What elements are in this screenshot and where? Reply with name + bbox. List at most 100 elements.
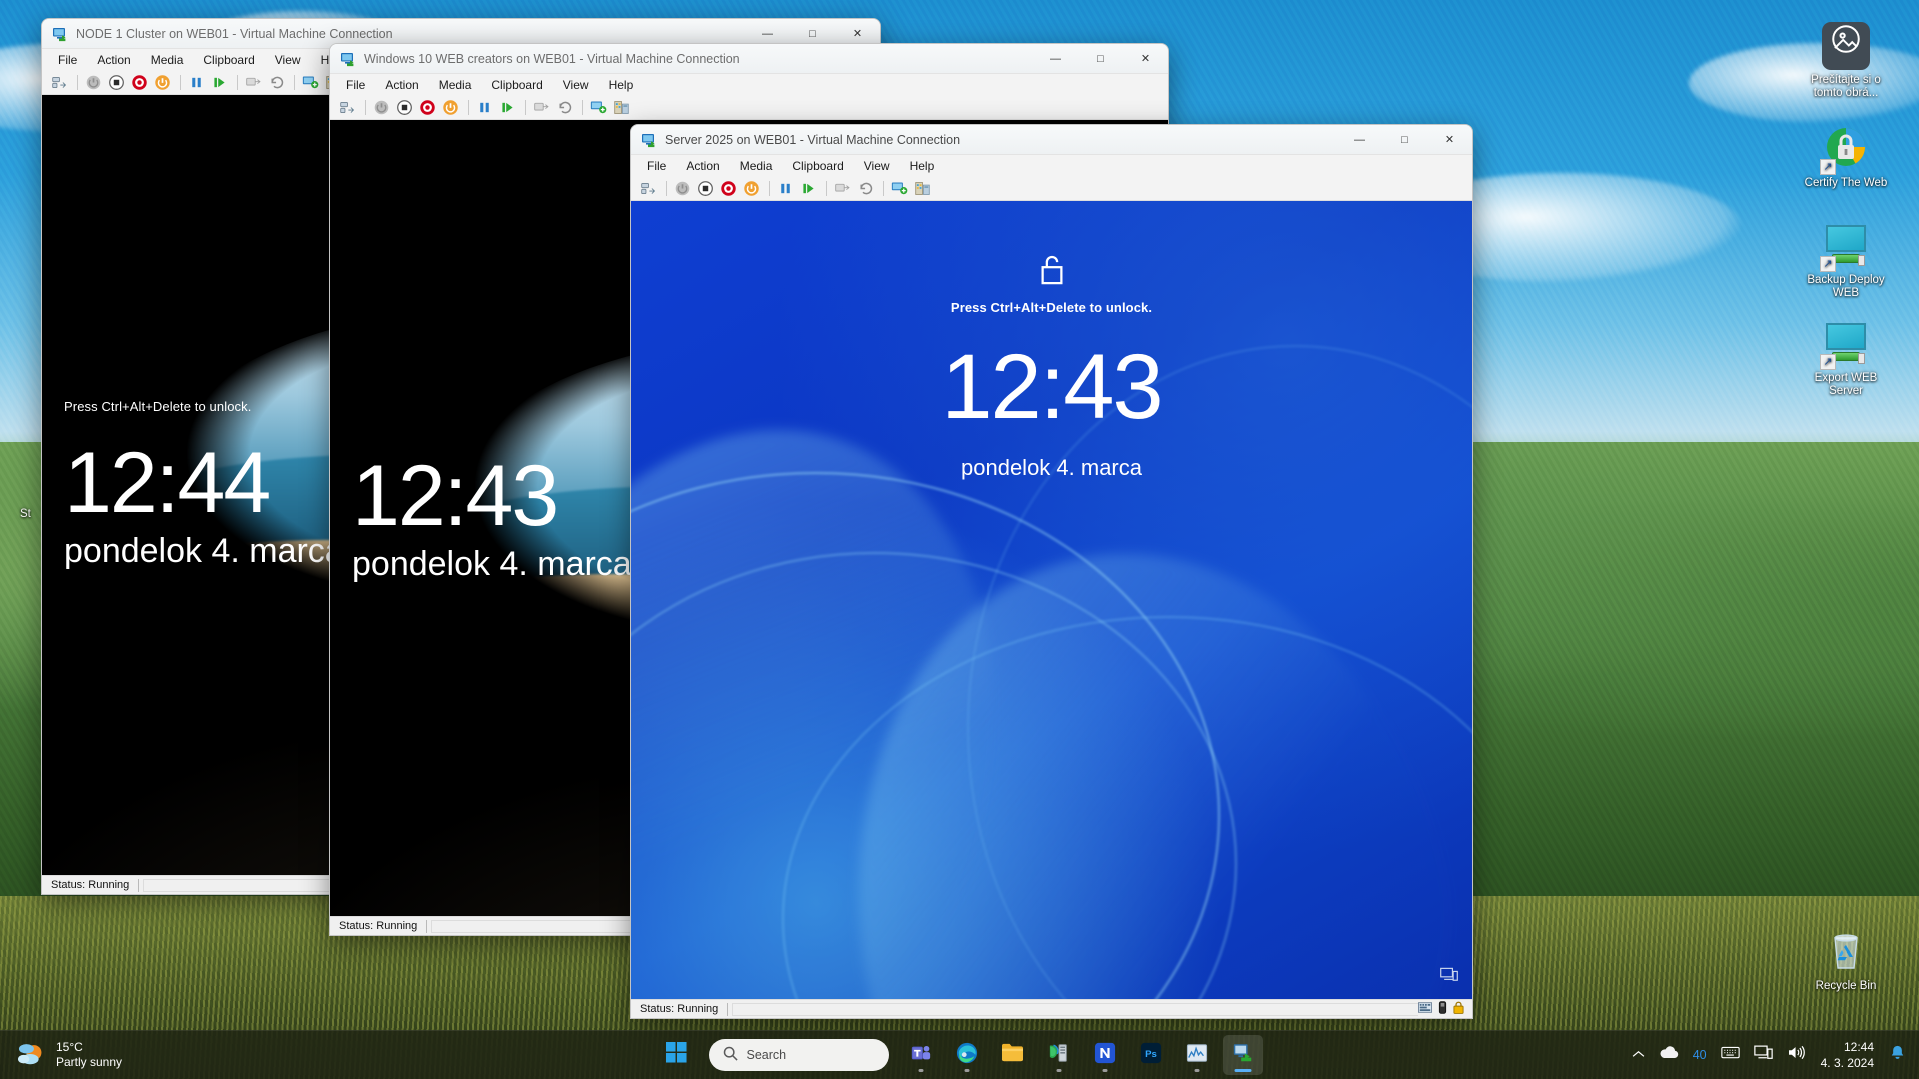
tray-onedrive-button[interactable] [1652, 1035, 1686, 1075]
stop-icon[interactable] [417, 97, 437, 117]
menu-file[interactable]: File [637, 157, 676, 175]
stop-icon[interactable] [718, 178, 738, 198]
window-controls[interactable]: — □ ✕ [1033, 44, 1168, 74]
shutdown-icon[interactable] [371, 97, 391, 117]
settings-icon[interactable] [611, 97, 631, 117]
vm-toolbar[interactable] [631, 176, 1472, 201]
toolbar-separator [180, 74, 181, 90]
tray-remote-session-button[interactable] [1747, 1035, 1780, 1075]
taskbar-app-file-explorer[interactable] [993, 1035, 1033, 1075]
snapshot-icon[interactable] [243, 72, 263, 92]
shutdown-icon[interactable] [672, 178, 692, 198]
pause-icon[interactable] [775, 178, 795, 198]
tray-keyboard-button[interactable] [1714, 1035, 1747, 1075]
chevron-up-icon [1632, 1046, 1645, 1064]
taskbar-center[interactable]: Search Ps [657, 1035, 1263, 1075]
turn-off-icon[interactable] [695, 178, 715, 198]
menu-file[interactable]: File [336, 76, 375, 94]
start-icon[interactable] [741, 178, 761, 198]
revert-icon[interactable] [554, 97, 574, 117]
resume-icon[interactable] [209, 72, 229, 92]
weather-widget[interactable]: 15°C Partly sunny [0, 1040, 230, 1070]
taskbar-app-edge[interactable] [947, 1035, 987, 1075]
desktop-icon-label: Prečítajte si o tomto obrá... [1811, 74, 1881, 99]
stop-icon[interactable] [129, 72, 149, 92]
desktop-icon-recycle-bin[interactable]: Recycle Bin [1800, 928, 1892, 993]
desktop-icon-export-web-server[interactable]: ↗ Export WEB Server [1800, 320, 1892, 398]
taskbar-app-photoshop[interactable]: Ps [1131, 1035, 1171, 1075]
turn-off-icon[interactable] [394, 97, 414, 117]
desktop-icon-photos-about[interactable]: Prečítajte si o tomto obrá... [1800, 22, 1892, 100]
menu-clipboard[interactable]: Clipboard [481, 76, 552, 94]
menu-action[interactable]: Action [87, 51, 140, 69]
taskbar-app-teams[interactable] [901, 1035, 941, 1075]
vm-toolbar[interactable] [330, 95, 1168, 120]
revert-icon[interactable] [855, 178, 875, 198]
menu-file[interactable]: File [48, 51, 87, 69]
tray-volume-button[interactable] [1780, 1035, 1813, 1075]
enhanced-session-icon[interactable] [300, 72, 320, 92]
desktop-icon-backup-deploy-web[interactable]: ↗ Backup Deploy WEB [1800, 222, 1892, 300]
close-button[interactable]: ✕ [1427, 125, 1472, 155]
tray-overflow-button[interactable] [1625, 1035, 1652, 1075]
maximize-button[interactable]: □ [1078, 44, 1123, 74]
close-button[interactable]: ✕ [1123, 44, 1168, 74]
resume-icon[interactable] [497, 97, 517, 117]
vmconnect-icon [1232, 1042, 1254, 1069]
start-button[interactable] [657, 1035, 697, 1075]
taskbar-app-perfmon[interactable] [1177, 1035, 1217, 1075]
turn-off-icon[interactable] [106, 72, 126, 92]
pause-icon[interactable] [474, 97, 494, 117]
resume-icon[interactable] [798, 178, 818, 198]
menu-action[interactable]: Action [676, 157, 729, 175]
snapshot-icon[interactable] [832, 178, 852, 198]
menu-clipboard[interactable]: Clipboard [193, 51, 264, 69]
revert-icon[interactable] [266, 72, 286, 92]
menu-view[interactable]: View [265, 51, 311, 69]
system-tray[interactable]: 40 12:44 4. 3. 2024 [1625, 1035, 1919, 1075]
desktop-icon-certify-the-web[interactable]: ↗ Certify The Web [1800, 125, 1892, 190]
ctrl-alt-del-icon[interactable] [638, 178, 658, 198]
notifications-button[interactable] [1882, 1035, 1913, 1075]
menu-view[interactable]: View [553, 76, 599, 94]
vm-screen-server2025[interactable]: Press Ctrl+Alt+Delete to unlock. 12:43 p… [631, 201, 1472, 999]
menu-clipboard[interactable]: Clipboard [782, 157, 853, 175]
menu-help[interactable]: Help [599, 76, 644, 94]
enhanced-session-icon[interactable] [588, 97, 608, 117]
menu-media[interactable]: Media [730, 157, 783, 175]
start-icon[interactable] [152, 72, 172, 92]
snapshot-icon[interactable] [531, 97, 551, 117]
tray-badge[interactable]: 40 [1686, 1035, 1714, 1075]
maximize-button[interactable]: □ [1382, 125, 1427, 155]
menu-view[interactable]: View [854, 157, 900, 175]
network-status-icon[interactable] [1440, 967, 1458, 987]
menu-media[interactable]: Media [429, 76, 482, 94]
window-title: Windows 10 WEB creators on WEB01 - Virtu… [364, 51, 740, 66]
vm-window-server2025[interactable]: Server 2025 on WEB01 - Virtual Machine C… [630, 124, 1473, 1019]
taskbar-clock[interactable]: 12:44 4. 3. 2024 [1813, 1035, 1882, 1075]
window-controls[interactable]: — □ ✕ [1337, 125, 1472, 155]
menubar[interactable]: File Action Media Clipboard View Help [631, 155, 1472, 176]
search-box[interactable]: Search [708, 1039, 889, 1071]
menu-action[interactable]: Action [375, 76, 428, 94]
minimize-button[interactable]: — [1033, 44, 1078, 74]
cloud-icon [1659, 1046, 1679, 1064]
toolbar-separator [294, 74, 295, 90]
taskbar-app-vmconnect[interactable] [1222, 1035, 1263, 1075]
start-icon[interactable] [440, 97, 460, 117]
taskbar-app-hyperv-manager[interactable] [1039, 1035, 1079, 1075]
menubar[interactable]: File Action Media Clipboard View Help [330, 74, 1168, 95]
window-titlebar[interactable]: Server 2025 on WEB01 - Virtual Machine C… [631, 125, 1472, 155]
window-titlebar[interactable]: Windows 10 WEB creators on WEB01 - Virtu… [330, 44, 1168, 74]
ctrl-alt-del-icon[interactable] [337, 97, 357, 117]
enhanced-session-icon[interactable] [889, 178, 909, 198]
ctrl-alt-del-icon[interactable] [49, 72, 69, 92]
menu-media[interactable]: Media [141, 51, 194, 69]
pause-icon[interactable] [186, 72, 206, 92]
minimize-button[interactable]: — [1337, 125, 1382, 155]
taskbar-app-notion[interactable] [1085, 1035, 1125, 1075]
shutdown-icon[interactable] [83, 72, 103, 92]
taskbar[interactable]: 15°C Partly sunny Search Ps 40 12:44 4. … [0, 1030, 1919, 1079]
settings-icon[interactable] [912, 178, 932, 198]
menu-help[interactable]: Help [900, 157, 945, 175]
